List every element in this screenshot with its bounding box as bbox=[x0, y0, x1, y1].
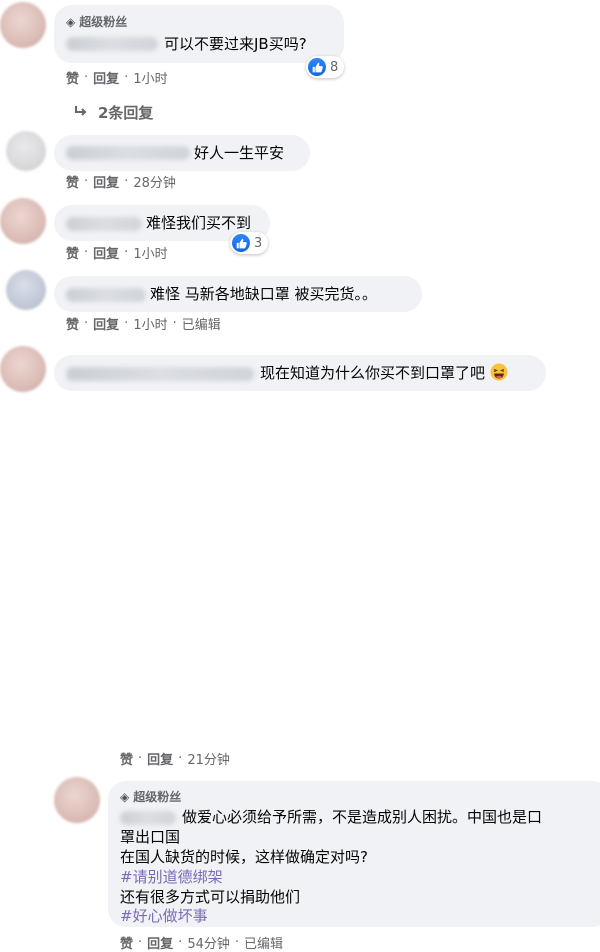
separator: · bbox=[84, 245, 89, 260]
edited-label[interactable]: 已编辑 bbox=[244, 933, 283, 952]
reaction-count[interactable]: 8 bbox=[306, 56, 345, 78]
laughing-emoji-icon bbox=[490, 363, 508, 381]
reaction-number: 8 bbox=[330, 59, 339, 75]
commenter-name[interactable] bbox=[66, 367, 254, 381]
comment-bubble: ◈ 超级粉丝 可以不要过来JB买吗? bbox=[54, 5, 344, 63]
comment-bubble: ◈ 超级粉丝 做爱心必须给予所需，不是造成别人困扰。中国也是口 罩出口国 在国人… bbox=[108, 781, 600, 927]
like-icon bbox=[232, 234, 250, 252]
comment-actions: 赞 · 回复 · 1小时 bbox=[66, 68, 168, 87]
commenter-name[interactable] bbox=[120, 811, 176, 825]
replies-label: 2条回复 bbox=[98, 104, 154, 122]
diamond-icon: ◈ bbox=[120, 789, 130, 804]
super-fan-badge: ◈ 超级粉丝 bbox=[66, 13, 127, 30]
avatar[interactable] bbox=[6, 270, 46, 310]
badge-label: 超级粉丝 bbox=[79, 15, 128, 29]
comment-text: 难怪我们买不到 bbox=[146, 214, 252, 232]
reply-button[interactable]: 回复 bbox=[147, 749, 173, 768]
comment-actions: 赞 · 回复 · 21分钟 bbox=[120, 749, 230, 768]
comment-time[interactable]: 21分钟 bbox=[187, 749, 230, 768]
reaction-number: 3 bbox=[254, 235, 263, 251]
comment-time[interactable]: 1小时 bbox=[133, 243, 167, 262]
reply-button[interactable]: 回复 bbox=[93, 314, 119, 333]
like-button[interactable]: 赞 bbox=[120, 749, 133, 768]
commenter-name[interactable] bbox=[66, 288, 146, 302]
comment-text: 现在知道为什么你买不到口罩了吧 bbox=[260, 363, 508, 383]
view-replies-button[interactable]: 2条回复 bbox=[74, 102, 153, 123]
separator: · bbox=[234, 935, 239, 950]
separator: · bbox=[138, 935, 143, 950]
comment-bubble: 好人一生平安 bbox=[54, 135, 310, 171]
separator: · bbox=[84, 316, 89, 331]
separator: · bbox=[124, 174, 129, 189]
reply-button[interactable]: 回复 bbox=[93, 243, 119, 262]
comment-text-line: 还有很多方式可以捐助他们 bbox=[120, 888, 301, 906]
comment-bubble: 难怪 马新各地缺口罩 被买完货。。 bbox=[54, 276, 422, 312]
comment-time[interactable]: 1小时 bbox=[133, 314, 167, 333]
reaction-count[interactable]: 3 bbox=[230, 232, 269, 254]
like-button[interactable]: 赞 bbox=[66, 314, 79, 333]
comment-time[interactable]: 1小时 bbox=[133, 68, 167, 87]
separator: · bbox=[124, 245, 129, 260]
commenter-name[interactable] bbox=[66, 217, 142, 231]
separator: · bbox=[84, 174, 89, 189]
like-button[interactable]: 赞 bbox=[66, 243, 79, 262]
separator: · bbox=[124, 70, 129, 85]
separator: · bbox=[124, 316, 129, 331]
separator: · bbox=[178, 751, 183, 766]
comment-text-line: 在国人缺货的时候，这样做确定对吗? bbox=[120, 848, 368, 866]
comment-actions: 赞 · 回复 · 28分钟 bbox=[66, 172, 176, 191]
comment-text: 可以不要过来JB买吗? bbox=[164, 35, 307, 53]
like-button[interactable]: 赞 bbox=[120, 933, 133, 952]
comment-text-line: 罩出口国 bbox=[120, 828, 181, 846]
comment-text-line: 做爱心必须给予所需，不是造成别人困扰。中国也是口 bbox=[182, 808, 543, 826]
comment-actions: 赞 · 回复 · 54分钟 · 已编辑 bbox=[120, 933, 283, 952]
avatar[interactable] bbox=[54, 777, 100, 823]
hashtag-link[interactable]: #好心做坏事 bbox=[120, 906, 208, 926]
comment-text-content: 现在知道为什么你买不到口罩了吧 bbox=[260, 364, 486, 382]
diamond-icon: ◈ bbox=[66, 14, 76, 29]
badge-label: 超级粉丝 bbox=[133, 790, 182, 804]
like-button[interactable]: 赞 bbox=[66, 68, 79, 87]
super-fan-badge: ◈ 超级粉丝 bbox=[120, 788, 181, 805]
comment-bubble: 现在知道为什么你买不到口罩了吧 赞 · 回复 · 21分钟 ◈ 超级粉丝 做爱心… bbox=[54, 355, 600, 952]
separator: · bbox=[178, 935, 183, 950]
comment-text: 难怪 马新各地缺口罩 被买完货。。 bbox=[150, 285, 378, 303]
comment-actions: 赞 · 回复 · 1小时 bbox=[66, 243, 168, 262]
hashtag-link[interactable]: #请别道德绑架 bbox=[120, 867, 223, 887]
edited-label[interactable]: 已编辑 bbox=[182, 314, 221, 333]
reply-arrow-icon bbox=[74, 104, 88, 122]
comment-text: 好人一生平安 bbox=[194, 144, 285, 162]
avatar[interactable] bbox=[0, 198, 46, 244]
like-button[interactable]: 赞 bbox=[66, 172, 79, 191]
commenter-name[interactable] bbox=[66, 37, 158, 51]
separator: · bbox=[138, 751, 143, 766]
reply-button[interactable]: 回复 bbox=[147, 933, 173, 952]
reply-button[interactable]: 回复 bbox=[93, 172, 119, 191]
like-icon bbox=[308, 58, 326, 76]
reply-button[interactable]: 回复 bbox=[93, 68, 119, 87]
avatar[interactable] bbox=[0, 2, 46, 48]
separator: · bbox=[84, 70, 89, 85]
comment-time[interactable]: 54分钟 bbox=[187, 933, 230, 952]
avatar[interactable] bbox=[6, 131, 46, 171]
avatar[interactable] bbox=[0, 346, 46, 392]
comment-actions: 赞 · 回复 · 1小时 · 已编辑 bbox=[66, 314, 221, 333]
separator: · bbox=[172, 316, 177, 331]
commenter-name[interactable] bbox=[66, 146, 190, 160]
comment-time[interactable]: 28分钟 bbox=[133, 172, 176, 191]
